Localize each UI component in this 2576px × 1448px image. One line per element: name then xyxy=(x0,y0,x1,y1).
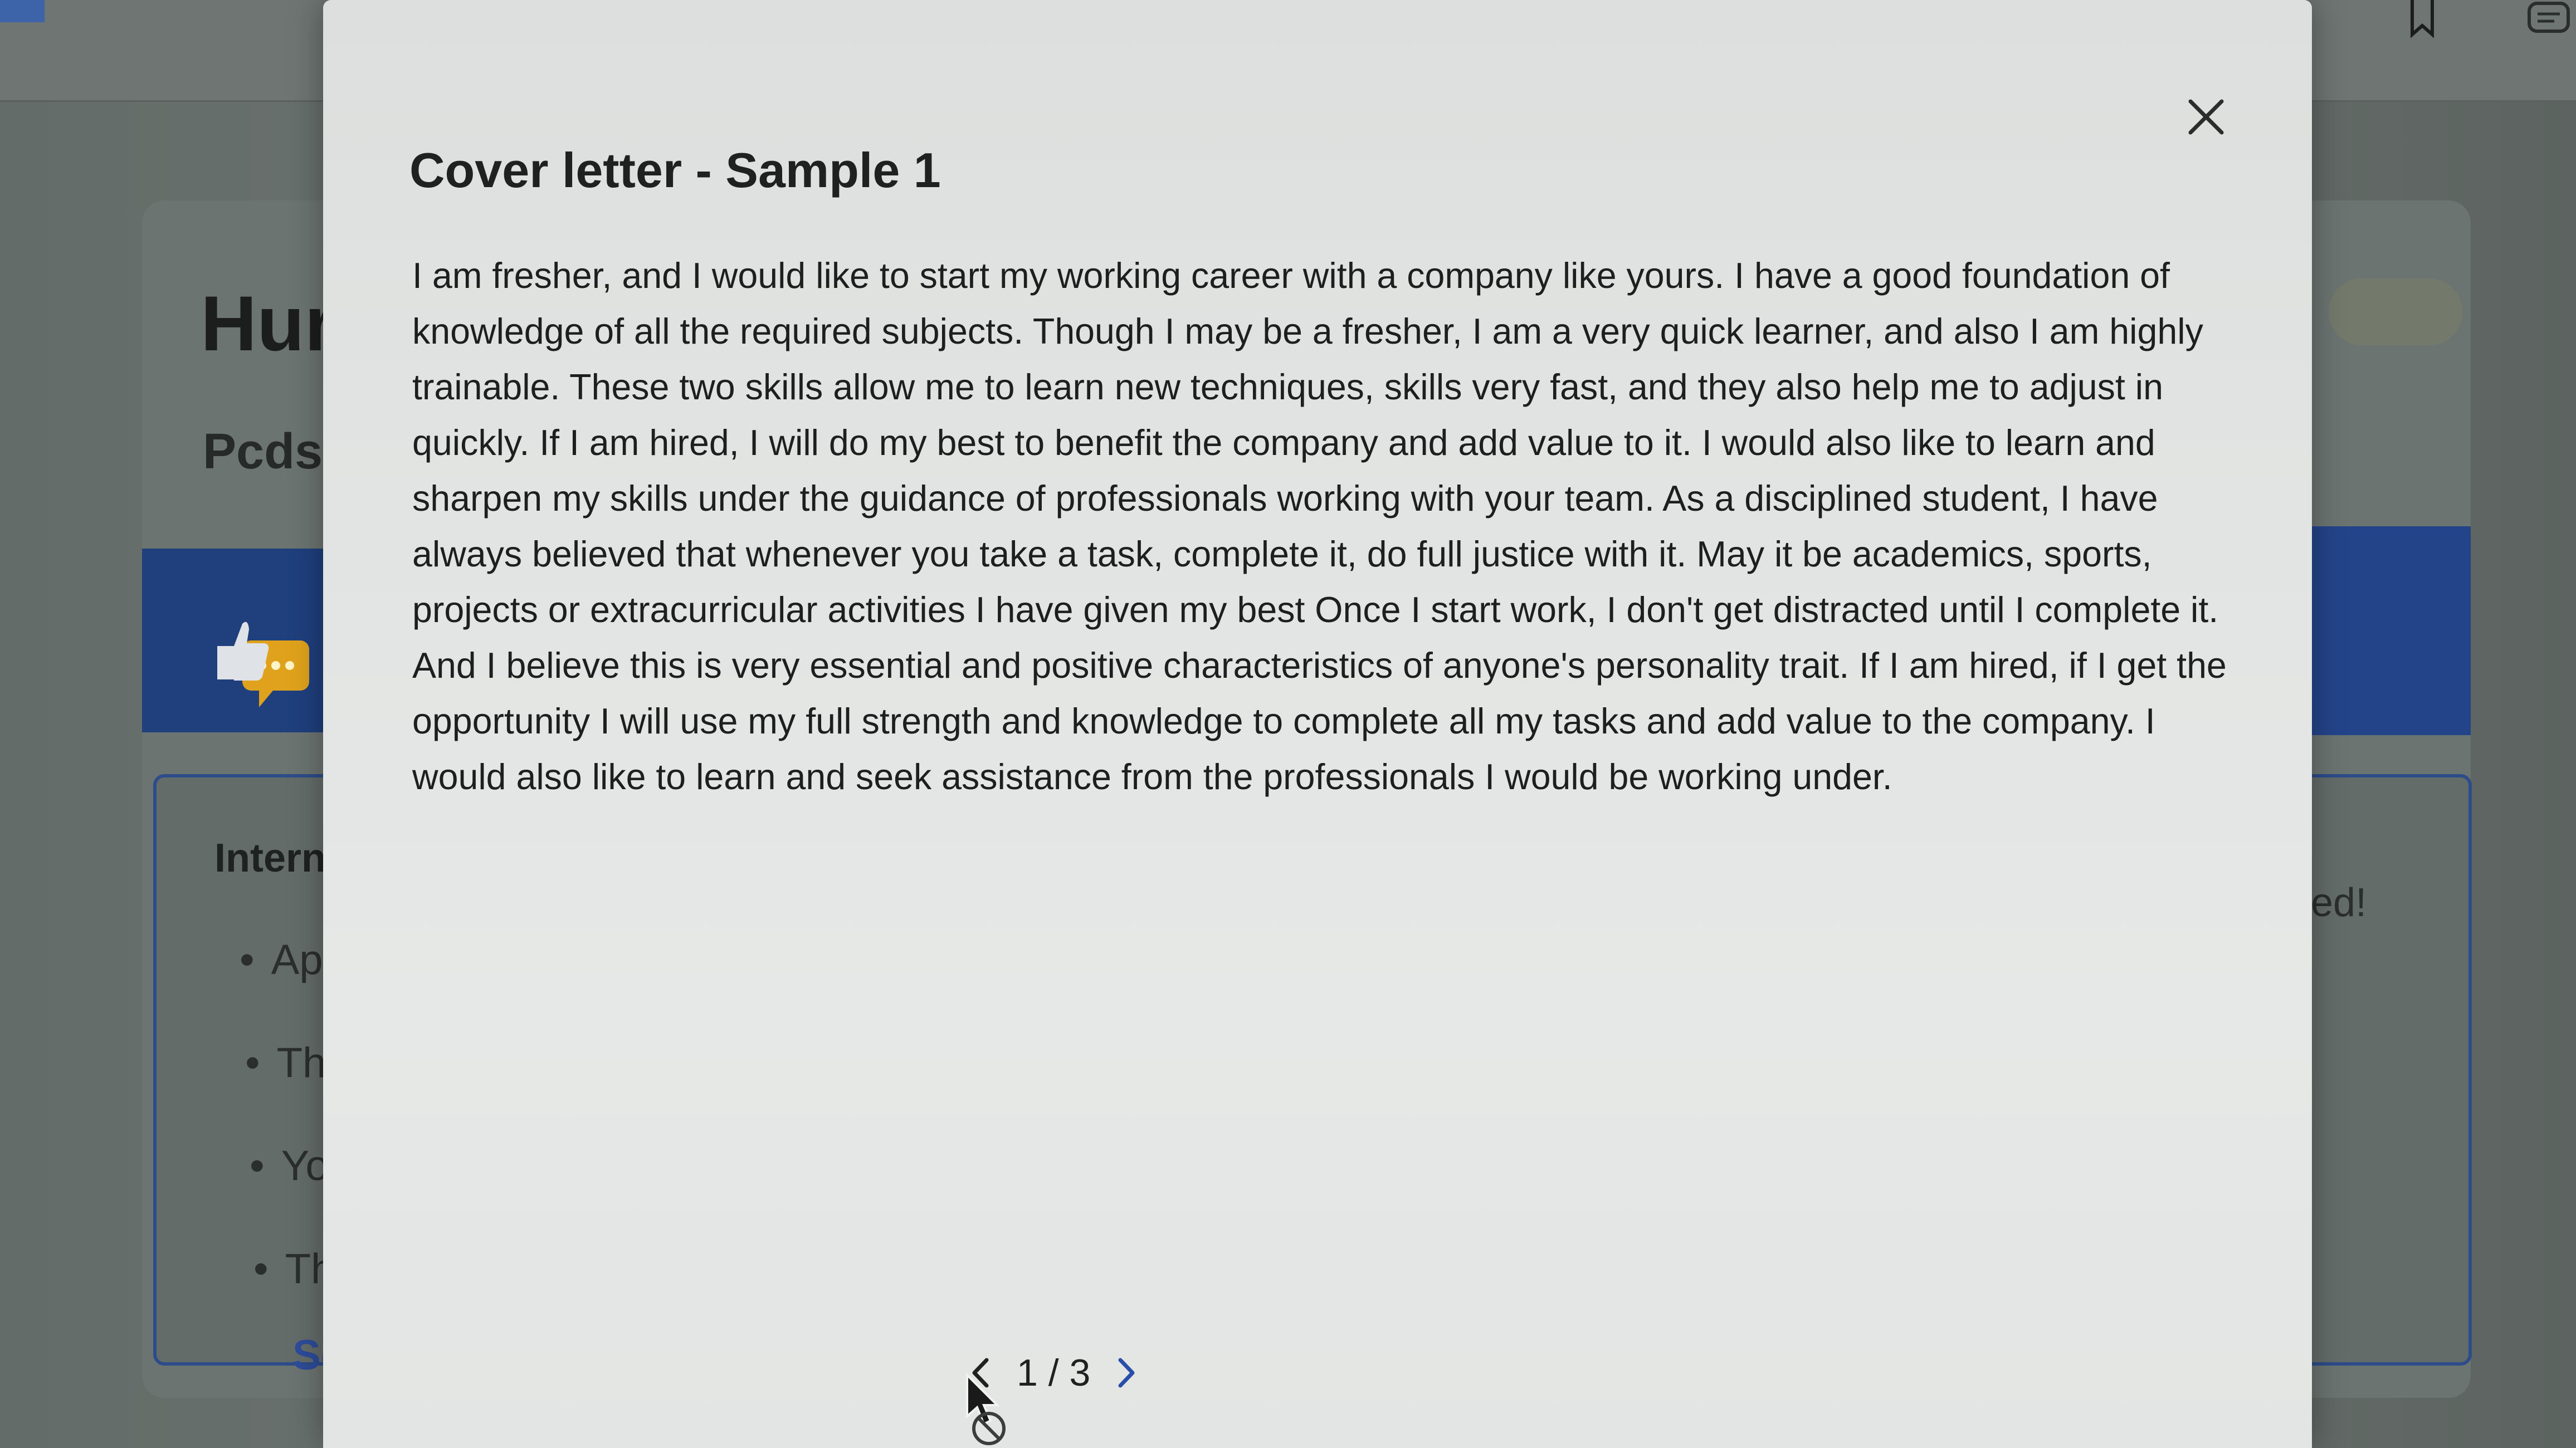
list-item: Th xyxy=(253,1245,335,1293)
section-heading: Intern xyxy=(214,836,326,880)
thumbs-up-chat-icon xyxy=(209,607,320,718)
list-item: Thi xyxy=(245,1039,336,1087)
not-allowed-icon xyxy=(969,1409,1008,1448)
bookmark-icon[interactable] xyxy=(2406,0,2439,39)
modal-title: Cover letter - Sample 1 xyxy=(409,143,941,198)
close-button[interactable] xyxy=(2178,89,2234,145)
chat-icon[interactable] xyxy=(2524,0,2576,45)
site-logo xyxy=(0,0,45,22)
next-sample-button[interactable] xyxy=(1113,1353,1140,1392)
chevron-right-icon xyxy=(1118,1358,1135,1388)
cover-letter-modal: Cover letter - Sample 1 I am fresher, an… xyxy=(323,0,2312,1448)
right-panel-text: ed! xyxy=(2311,880,2367,925)
job-title: Hur xyxy=(201,280,335,367)
close-icon xyxy=(2188,99,2224,135)
info-banner-edge xyxy=(2312,526,2471,735)
cover-letter-text: I am fresher, and I would like to start … xyxy=(412,256,2227,797)
list-item: Ap xyxy=(240,936,323,984)
status-chip xyxy=(2329,278,2462,345)
company-name: Pcds xyxy=(203,424,323,480)
page-indicator: 1 / 3 xyxy=(1017,1352,1091,1394)
